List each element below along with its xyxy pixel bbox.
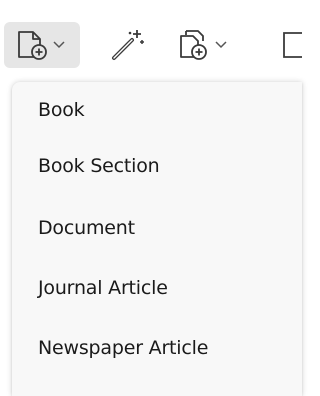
magic-wand-icon xyxy=(110,27,146,63)
chevron-down-icon xyxy=(214,40,228,50)
menu-item-label: Journal Article xyxy=(38,277,168,299)
chevron-down-icon xyxy=(52,40,66,50)
page-button[interactable] xyxy=(272,22,302,68)
menu-item-label: Newspaper Article xyxy=(38,337,209,359)
new-note-icon xyxy=(178,29,212,61)
menu-item-label: Book xyxy=(38,99,85,121)
menu-item-book-section[interactable]: Book Section xyxy=(12,138,302,194)
menu-item-book[interactable]: Book xyxy=(12,82,302,138)
new-item-icon xyxy=(16,29,50,61)
toolbar xyxy=(0,0,302,82)
new-item-button[interactable] xyxy=(4,22,80,68)
menu-item-label: Document xyxy=(38,217,135,239)
menu-item-label: Book Section xyxy=(38,155,160,177)
magic-wand-button[interactable] xyxy=(104,22,150,68)
menu-item-newspaper-article[interactable]: Newspaper Article xyxy=(12,320,302,376)
menu-item-document[interactable]: Document xyxy=(12,200,302,256)
new-item-menu: Book Book Section Document Journal Artic… xyxy=(12,82,302,396)
new-note-button[interactable] xyxy=(172,22,238,68)
page-icon xyxy=(272,29,302,61)
menu-item-journal-article[interactable]: Journal Article xyxy=(12,260,302,316)
